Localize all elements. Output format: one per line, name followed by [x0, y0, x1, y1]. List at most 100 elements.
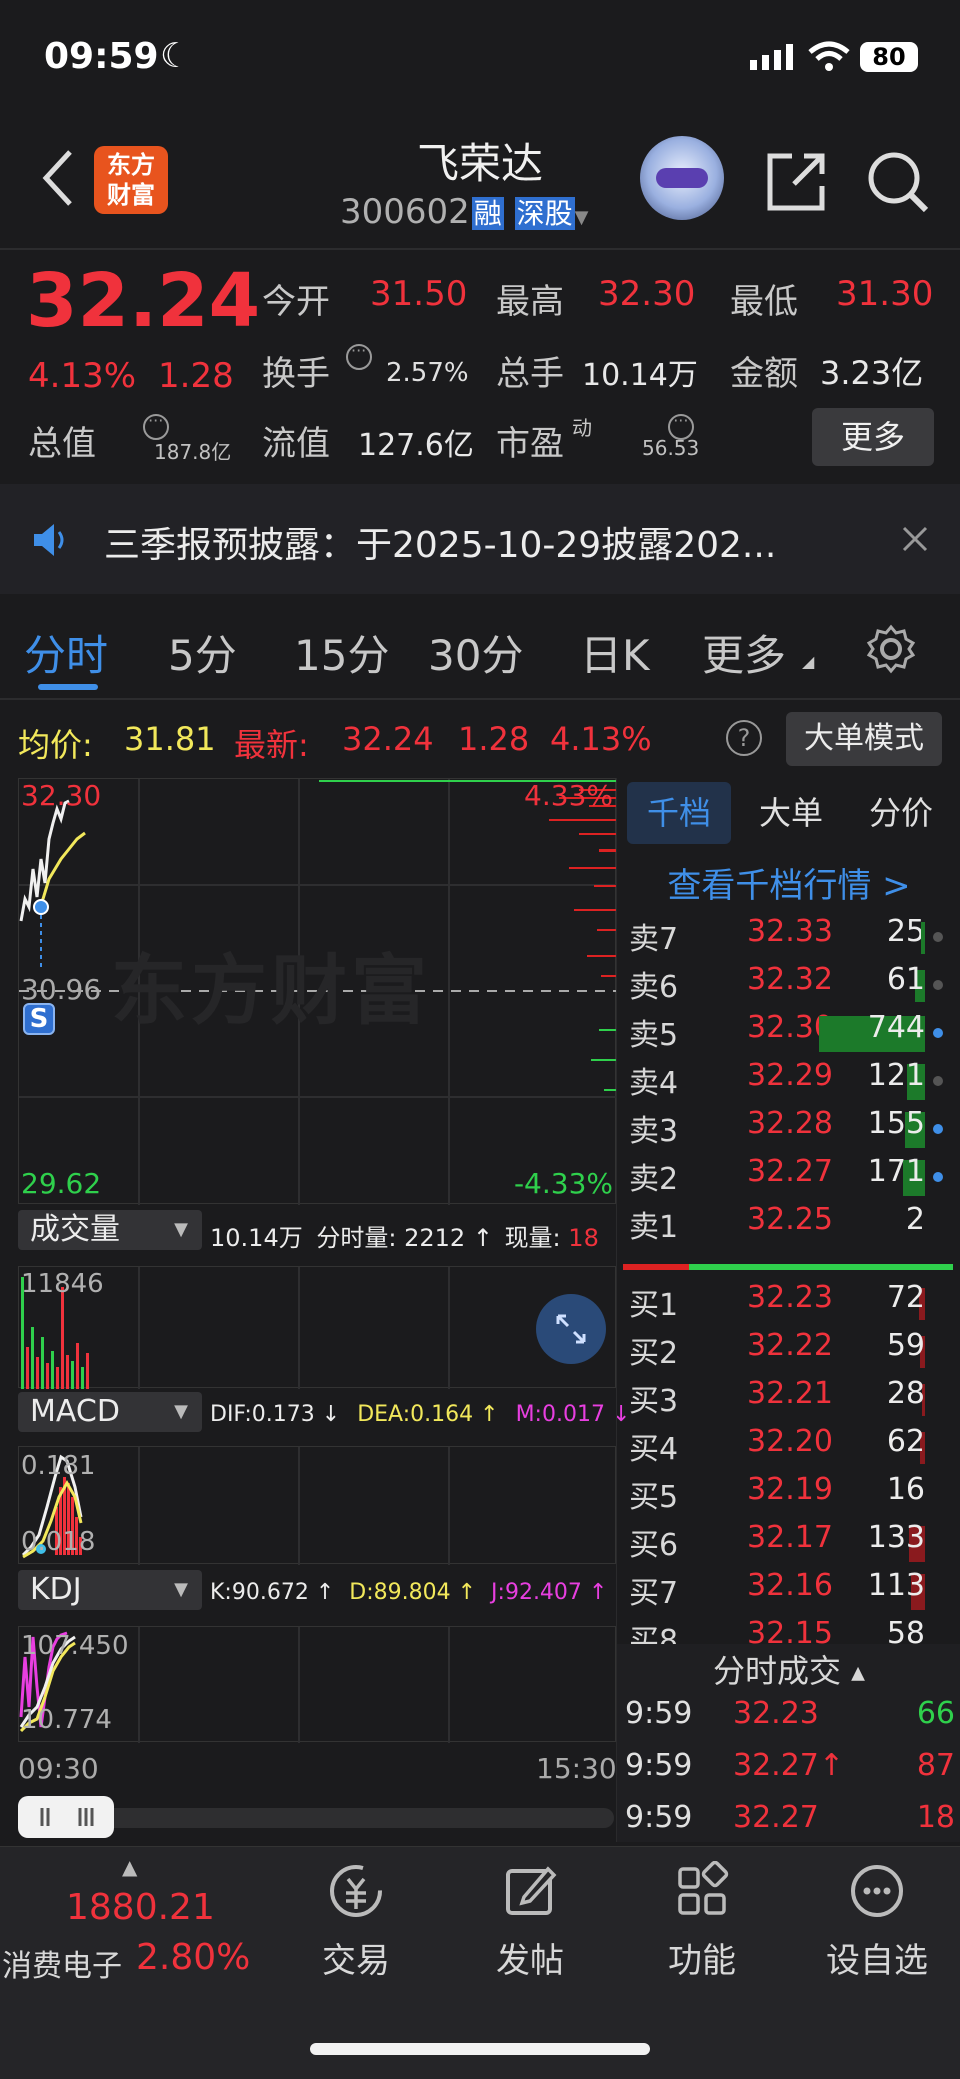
volume-period-value: 2212: [404, 1224, 466, 1252]
volume-selector[interactable]: 成交量 ▼: [18, 1210, 202, 1250]
chart-watermark: 东方财富: [111, 946, 431, 1035]
bid-row[interactable]: 买6 32.17 133: [617, 1520, 947, 1568]
header: 东方 财富 飞荣达 300602 融 深股 ▼: [0, 110, 960, 250]
kdj-selector-label: KDJ: [30, 1572, 82, 1607]
ask-label: 卖2: [629, 1162, 679, 1197]
tab-30min[interactable]: 30分: [428, 622, 523, 683]
ask-label: 卖3: [629, 1114, 679, 1149]
trades-panel: 分时成交 ▲ 9:59 32.23 66 9:59 32.27↑ 87 9:59…: [616, 1644, 960, 1842]
macd-selector[interactable]: MACD ▼: [18, 1392, 202, 1432]
bid-row[interactable]: 买3 32.21 28: [617, 1376, 947, 1424]
close-icon[interactable]: [900, 524, 930, 554]
orderbook-tab-big[interactable]: 大单: [741, 782, 841, 844]
expand-icon[interactable]: [536, 1294, 606, 1364]
more-button[interactable]: 更多: [812, 408, 934, 466]
kdj-selector[interactable]: KDJ ▼: [18, 1570, 202, 1610]
volume-axis-max: 11846: [21, 1269, 104, 1299]
ask-label: 卖6: [629, 970, 679, 1005]
intraday-chart[interactable]: 东方财富 32.30 4.33% 30.96 29.62 -4.33% S: [18, 778, 617, 1205]
bid-label: 买1: [629, 1288, 679, 1323]
share-icon[interactable]: [764, 150, 828, 214]
ask-row[interactable]: 卖5 32.30 744: [617, 1010, 947, 1058]
ask-row[interactable]: 卖6 32.32 61: [617, 962, 947, 1010]
trades-title[interactable]: 分时成交 ▲: [617, 1646, 960, 1692]
kdj-j: J:92.407: [491, 1580, 582, 1605]
price-info-line: 均价: 31.81 最新: 32.24 1.28 4.13% ? 大单模式: [0, 704, 960, 774]
ask-row[interactable]: 卖3 32.28 155: [617, 1106, 947, 1154]
bid-row[interactable]: 买4 32.20 62: [617, 1424, 947, 1472]
nav-function[interactable]: 功能: [642, 1860, 762, 1991]
macd-dif-arrow-icon: ↓: [321, 1402, 341, 1427]
avg-label: 均价:: [18, 726, 93, 764]
tab-5min[interactable]: 5分: [168, 622, 237, 683]
orderbook-tab-price[interactable]: 分价: [851, 782, 951, 844]
search-icon[interactable]: [866, 150, 930, 214]
turnover-label: 换手: [262, 354, 330, 394]
turnover-info-icon[interactable]: [346, 341, 372, 370]
notice-text[interactable]: 三季报预披露：于2025-10-29披露202...: [104, 516, 776, 568]
chart-scroll-handle[interactable]: [18, 1796, 114, 1838]
volume-now-value: 18: [568, 1224, 599, 1252]
macd-dea-arrow-icon: ↑: [480, 1402, 499, 1427]
float-label: 流值: [262, 424, 330, 464]
pe-label: 市盈: [496, 424, 564, 464]
back-icon[interactable]: [38, 148, 78, 208]
nav-post[interactable]: 发帖: [470, 1861, 590, 1991]
nav-post-label: 发帖: [496, 1941, 564, 1981]
tab-intraday[interactable]: 分时: [24, 622, 108, 683]
sell-marker[interactable]: S: [23, 1003, 55, 1035]
bid-price: 32.17: [747, 1520, 833, 1555]
ask-price: 32.32: [747, 962, 833, 997]
ask-qty: 25: [886, 914, 925, 949]
notice-bar[interactable]: 三季报预披露：于2025-10-29披露202...: [0, 484, 960, 594]
bid-row[interactable]: 买1 32.23 72: [617, 1280, 947, 1328]
avg-value: 31.81: [124, 720, 216, 758]
view-depth-link[interactable]: 查看千档行情 >: [617, 858, 960, 907]
status-bar: 09:59 ☾ 80: [0, 0, 960, 110]
ask-qty: 171: [867, 1154, 925, 1189]
bid-qty: 62: [886, 1424, 925, 1459]
bid-label: 买2: [629, 1336, 679, 1371]
sector-index-pct: 2.80%: [136, 1937, 251, 1978]
help-icon[interactable]: ?: [726, 720, 762, 756]
gear-icon[interactable]: [866, 624, 916, 674]
nav-watchlist-label: 设自选: [826, 1941, 928, 1981]
ask-qty-bar: [921, 922, 925, 954]
kdj-axis-bottom: 10.774: [21, 1705, 112, 1735]
stock-code-row[interactable]: 300602 融 深股 ▼: [340, 192, 588, 236]
macd-values: DIF:0.173 ↓ DEA:0.164 ↑ M:0.017 ↓: [210, 1402, 630, 1427]
ask-price: 32.28: [747, 1106, 833, 1141]
ask-row[interactable]: 卖7 32.33 25: [617, 914, 947, 962]
ask-row[interactable]: 卖2 32.27 171: [617, 1154, 947, 1202]
float-value: 127.6亿: [358, 428, 474, 463]
macd-selector-label: MACD: [30, 1394, 120, 1429]
bid-row[interactable]: 买5 32.19 16: [617, 1472, 947, 1520]
tab-15min[interactable]: 15分: [294, 622, 389, 683]
orderbook-tab-depth[interactable]: 千档: [627, 782, 731, 844]
bid-row[interactable]: 买2 32.22 59: [617, 1328, 947, 1376]
big-order-mode-button[interactable]: 大单模式: [786, 712, 942, 766]
chart-tabs: 分时 5分 15分 30分 日K 更多 ◢: [0, 596, 960, 700]
kdj-j-arrow-icon: ↑: [588, 1580, 608, 1605]
bid-row[interactable]: 买7 32.16 113: [617, 1568, 947, 1616]
ask-dot: [933, 1172, 943, 1182]
sector-index[interactable]: ▲ 1880.21 消费电子 2.80%: [0, 1847, 268, 2007]
bid-row[interactable]: 买8 32.15 58: [617, 1616, 947, 1644]
app-logo[interactable]: 东方 财富: [94, 146, 168, 214]
low-label: 最低: [730, 282, 798, 322]
kdj-axis-top: 107.450: [21, 1631, 129, 1661]
home-indicator: [310, 2043, 650, 2055]
turnover-value: 2.57%: [386, 358, 469, 388]
ask-row[interactable]: 卖4 32.29 121: [617, 1058, 947, 1106]
bid-label: 买8: [629, 1624, 679, 1644]
bid-qty: 133: [867, 1520, 925, 1555]
kdj-k-arrow-icon: ↑: [315, 1580, 335, 1605]
ask-row[interactable]: 卖1 32.25 2: [617, 1202, 947, 1250]
bid-qty: 59: [886, 1328, 925, 1363]
nav-trade[interactable]: 交易: [296, 1861, 416, 1991]
tab-daily-k[interactable]: 日K: [580, 622, 650, 683]
tab-more[interactable]: 更多: [702, 622, 786, 683]
nav-watchlist[interactable]: 设自选: [812, 1861, 942, 1991]
ask-qty: 121: [867, 1058, 925, 1093]
assistant-avatar[interactable]: [640, 136, 724, 220]
